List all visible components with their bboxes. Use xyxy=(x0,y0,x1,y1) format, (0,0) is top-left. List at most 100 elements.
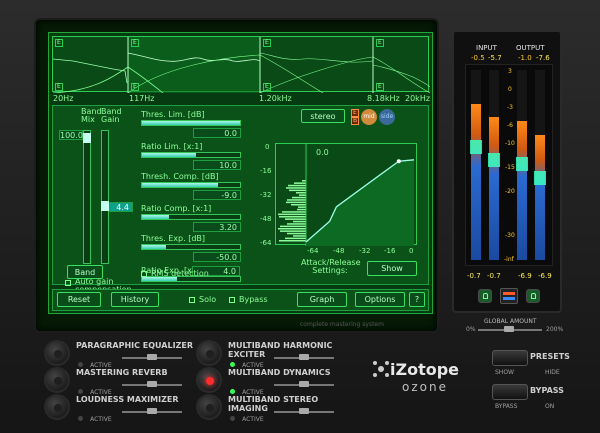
meter-fill xyxy=(489,117,499,260)
output-rms: -6.9 xyxy=(518,272,532,280)
side-button[interactable]: side xyxy=(379,109,395,125)
presets-hide[interactable]: HIDE xyxy=(545,369,560,376)
options-button[interactable]: Options xyxy=(355,292,405,307)
bypass-main-label: BYPASS xyxy=(530,386,564,395)
histogram-bar xyxy=(278,213,306,216)
attack-release-label: Attack/Release Settings: xyxy=(301,258,361,275)
module-power-button[interactable] xyxy=(44,394,70,420)
histogram-bar xyxy=(279,240,306,242)
module-amount-thumb[interactable] xyxy=(147,381,157,387)
global-amount-thumb[interactable] xyxy=(504,326,514,332)
module-power-button[interactable] xyxy=(44,340,70,366)
band-gain-thumb[interactable] xyxy=(101,201,109,211)
ozone-window: E E E E E E E E 20Hz 117Hz 1.20kHz 8.18k… xyxy=(0,0,600,433)
bypass-on-label[interactable]: ON xyxy=(545,403,554,410)
input-link-button[interactable] xyxy=(478,289,492,303)
graph-button[interactable]: Graph xyxy=(297,292,347,307)
help-button[interactable]: ? xyxy=(409,292,425,307)
thres-exp-slider[interactable] xyxy=(141,244,241,250)
band-tag[interactable]: E xyxy=(263,39,271,47)
bypass-checkbox[interactable] xyxy=(229,297,235,303)
band-tag[interactable]: E xyxy=(376,39,384,47)
mode-tag[interactable]: E xyxy=(351,109,359,117)
module-amount-thumb[interactable] xyxy=(299,408,309,414)
side-label: side xyxy=(380,113,394,120)
freq-label: 20kHz xyxy=(405,94,431,103)
spectrum-display[interactable]: E E E E E E E E xyxy=(52,36,430,93)
solo-checkbox[interactable] xyxy=(189,297,195,303)
histogram-bar xyxy=(298,206,306,208)
module-power-button[interactable] xyxy=(196,340,222,366)
history-button[interactable]: History xyxy=(111,292,159,307)
dynamics-graph[interactable]: 0.0 xyxy=(275,143,417,246)
tagline: complete mastering system xyxy=(300,321,384,328)
thres-comp-value[interactable]: -9.0 xyxy=(193,190,241,200)
module-power-button[interactable] xyxy=(44,367,70,393)
spectrum-curves xyxy=(53,37,430,93)
mid-button[interactable]: mid xyxy=(361,109,377,125)
module-active-toggle[interactable]: ACTIVE xyxy=(78,406,112,425)
band-tag[interactable]: E xyxy=(55,83,63,91)
show-button[interactable]: Show xyxy=(367,261,417,276)
module-amount-thumb[interactable] xyxy=(299,354,309,360)
freq-label: 117Hz xyxy=(129,94,155,103)
thres-lim-value[interactable]: 0.0 xyxy=(193,128,241,138)
thres-lim-slider[interactable] xyxy=(141,120,241,126)
band-tag[interactable]: E xyxy=(376,83,384,91)
module-row: PARAGRAPHIC EQUALIZER ACTIVE xyxy=(44,340,194,369)
threshold-handle xyxy=(396,159,401,164)
ratio-comp-value[interactable]: 3.20 xyxy=(193,222,241,232)
meter-channel xyxy=(516,70,528,260)
meter-scale: -3 xyxy=(507,104,513,111)
meter-channel xyxy=(534,70,546,260)
band-tag[interactable]: E xyxy=(55,39,63,47)
band-gain-slider[interactable] xyxy=(101,130,109,264)
graph-x-tick: -48 xyxy=(333,247,345,255)
module-power-button[interactable] xyxy=(196,367,222,393)
thres-exp-label: Thres. Exp. [dB] xyxy=(141,234,206,243)
output-peak: -1.0 xyxy=(518,54,532,62)
meter-rms-marker xyxy=(516,157,528,171)
output-link-button[interactable] xyxy=(526,289,540,303)
bypass-side-label[interactable]: BYPASS xyxy=(495,403,517,410)
solo-label: Solo xyxy=(199,295,217,304)
module-amount-thumb[interactable] xyxy=(299,381,309,387)
histogram-bar xyxy=(293,220,306,223)
presets-button[interactable] xyxy=(492,350,528,366)
rms-checkbox[interactable] xyxy=(141,271,147,277)
active-led-icon xyxy=(230,416,235,421)
module-amount-thumb[interactable] xyxy=(147,408,157,414)
ratio-lim-slider[interactable] xyxy=(141,152,241,158)
band-tag[interactable]: E xyxy=(131,39,139,47)
reset-button[interactable]: Reset xyxy=(57,292,101,307)
meter-scale: -10 xyxy=(505,140,515,147)
thres-exp-value[interactable]: -50.0 xyxy=(193,252,241,262)
output-peak: -7.6 xyxy=(536,54,550,62)
meter-mode-toggle[interactable] xyxy=(500,288,518,304)
presets-show[interactable]: SHOW xyxy=(495,369,514,376)
module-power-button[interactable] xyxy=(196,394,222,420)
bypass-button[interactable] xyxy=(492,384,528,400)
freq-label: 1.20kHz xyxy=(259,94,292,103)
module-name: LOUDNESS MAXIMIZER xyxy=(76,395,179,404)
module-amount-thumb[interactable] xyxy=(147,354,157,360)
auto-gain-checkbox[interactable] xyxy=(65,280,71,286)
band-mix-thumb[interactable] xyxy=(83,133,91,143)
band-mix-slider[interactable] xyxy=(83,130,91,264)
band-button[interactable]: Band xyxy=(67,265,103,279)
transfer-curve xyxy=(278,144,415,246)
mode-icon xyxy=(503,297,515,300)
histogram-bar xyxy=(282,211,306,213)
stereo-button[interactable]: stereo xyxy=(301,109,345,123)
histogram-bar xyxy=(285,218,306,220)
ratio-lim-value[interactable]: 10.0 xyxy=(193,160,241,170)
band-tag[interactable]: E xyxy=(263,83,271,91)
histogram-bar xyxy=(287,232,306,235)
ratio-comp-slider[interactable] xyxy=(141,214,241,220)
thres-comp-slider[interactable] xyxy=(141,182,241,188)
band-mix-value[interactable]: 100.0 xyxy=(59,130,83,140)
band-tag[interactable]: E xyxy=(131,83,139,91)
module-active-toggle[interactable]: ACTIVE xyxy=(230,406,264,425)
mode-tag[interactable]: B xyxy=(351,117,360,125)
band-gain-value[interactable]: 4.4 xyxy=(109,202,133,212)
